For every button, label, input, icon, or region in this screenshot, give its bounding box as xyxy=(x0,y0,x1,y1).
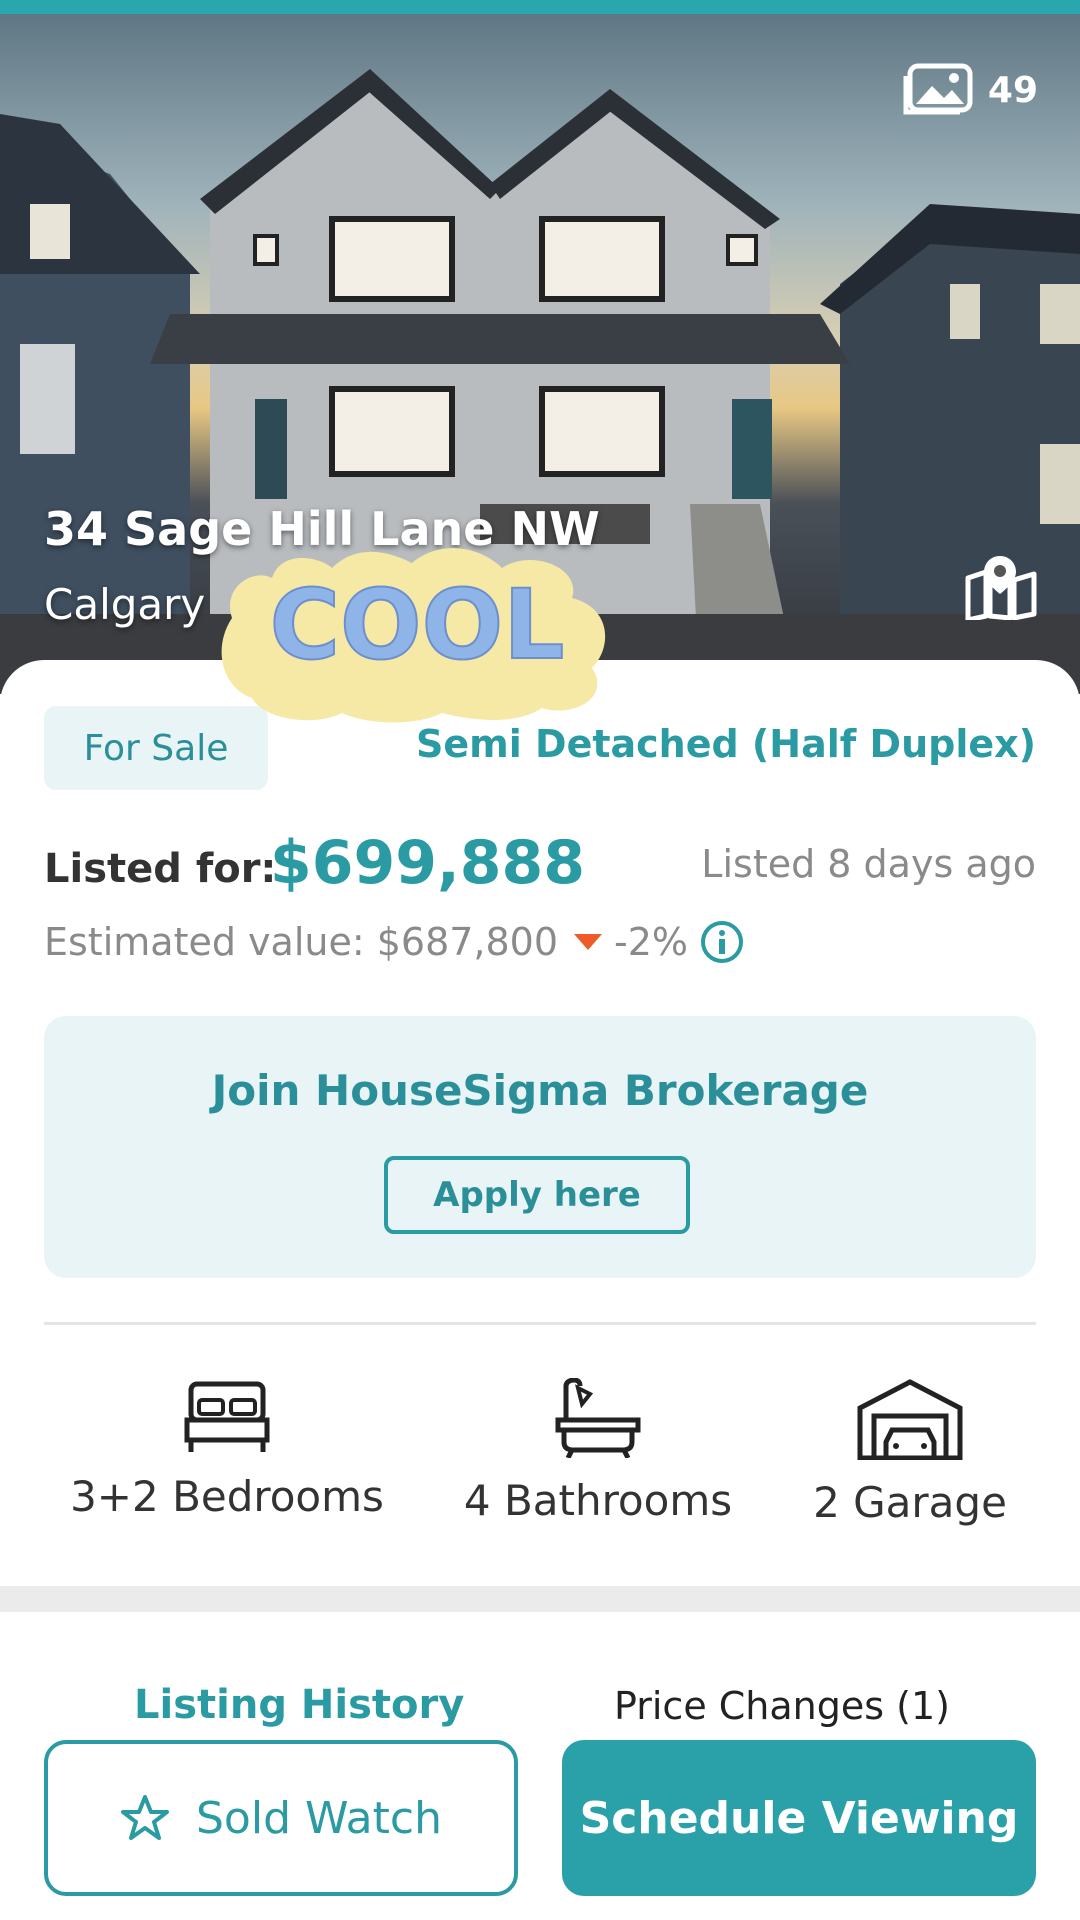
star-icon xyxy=(121,1795,169,1840)
tab-price-changes[interactable]: Price Changes (1) xyxy=(614,1684,950,1728)
garage-icon xyxy=(857,1379,963,1460)
top-accent-bar xyxy=(0,0,1080,14)
garage-feature: 2 Garage xyxy=(800,1378,1020,1527)
map-button[interactable] xyxy=(964,554,1038,624)
bedrooms-label: 3+2 Bedrooms xyxy=(70,1472,384,1521)
decrease-arrow-icon xyxy=(574,934,603,950)
map-pin-icon xyxy=(965,556,1037,623)
estimated-change: -2% xyxy=(614,920,689,964)
bathrooms-label: 4 Bathrooms xyxy=(463,1476,733,1525)
cool-sticker: COOL xyxy=(212,528,622,732)
sold-watch-label: Sold Watch xyxy=(196,1792,442,1844)
photo-gallery-icon xyxy=(903,63,973,115)
listing-price: $699,888 xyxy=(270,828,586,898)
info-icon[interactable] xyxy=(700,920,744,964)
photo-count[interactable]: 49 xyxy=(902,62,1038,118)
schedule-viewing-button[interactable]: Schedule Viewing xyxy=(562,1740,1036,1896)
listed-for-label: Listed for: xyxy=(44,846,277,892)
bathtub-icon xyxy=(555,1378,641,1458)
tab-listing-history[interactable]: Listing History xyxy=(134,1682,464,1728)
brokerage-promo: Join HouseSigma Brokerage Apply here xyxy=(44,1016,1036,1278)
estimated-value-label: Estimated value: $687,800 xyxy=(44,920,559,964)
brokerage-title: Join HouseSigma Brokerage xyxy=(211,1066,869,1115)
bedrooms-feature: 3+2 Bedrooms xyxy=(62,1378,392,1521)
address-city: Calgary xyxy=(44,580,206,629)
listing-details-card: For Sale Semi Detached (Half Duplex) Lis… xyxy=(0,660,1080,1920)
photo-count-value: 49 xyxy=(987,69,1038,111)
bed-icon xyxy=(184,1381,270,1452)
bathrooms-feature: 4 Bathrooms xyxy=(448,1378,748,1525)
apply-here-button[interactable]: Apply here xyxy=(384,1156,690,1234)
listed-ago: Listed 8 days ago xyxy=(701,842,1036,886)
sticker-text: COOL xyxy=(270,569,565,681)
section-separator xyxy=(0,1586,1080,1612)
divider xyxy=(44,1322,1036,1325)
garage-label: 2 Garage xyxy=(813,1478,1007,1527)
sold-watch-button[interactable]: Sold Watch xyxy=(44,1740,518,1896)
estimated-value: Estimated value: $687,800 -2% xyxy=(44,920,744,964)
